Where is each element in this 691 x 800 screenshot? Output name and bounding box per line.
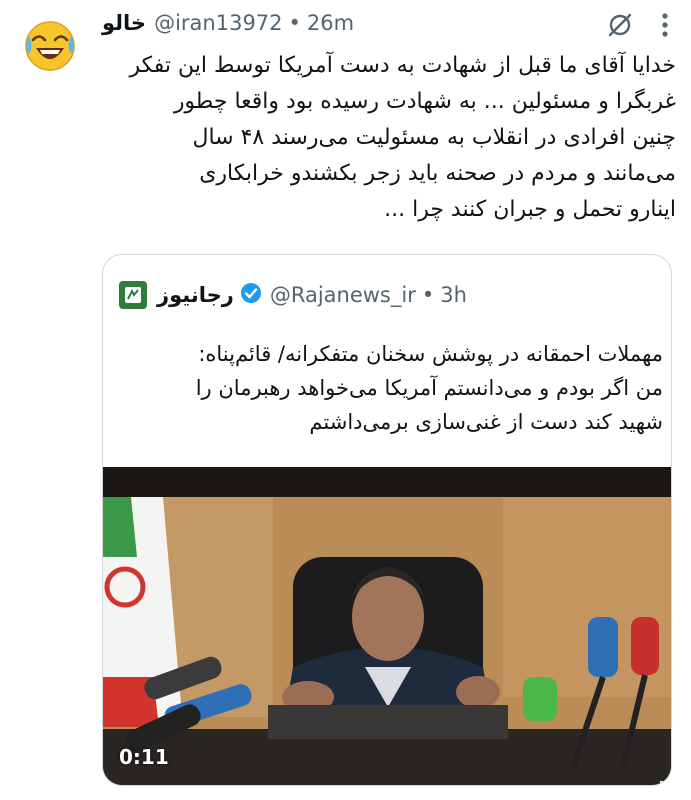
grok-icon[interactable] (605, 10, 635, 44)
separator-dot: • (288, 11, 301, 35)
author-handle[interactable]: @iran13972 (154, 11, 282, 35)
tweet-text-line: چنین افرادی در انقلاب به مسئولیت می‌رسند… (192, 125, 676, 150)
tweet-text-line: اینارو تحمل و جبران کنند چرا ... (384, 197, 676, 222)
quoted-display-name[interactable]: رجانیوز (157, 283, 234, 307)
more-options-icon[interactable] (659, 11, 671, 43)
video-player[interactable]: 0:11 (103, 467, 671, 785)
tweet-text-line: خدایا آقای ما قبل از شهادت به دست آمریکا… (129, 53, 676, 78)
quoted-tweet[interactable]: رجانیوز @Rajanews_ir • 3h مهملات احمقانه… (102, 254, 672, 786)
quoted-text-line: من اگر بودم و می‌دانستم آمریکا می‌خواهد … (195, 376, 663, 400)
tweet-header: خالو @iran13972 • 26m (102, 6, 672, 40)
rajanews-logo-icon[interactable] (119, 281, 147, 309)
header-actions (605, 10, 671, 44)
quoted-tweet-text: مهملات احمقانه در پوشش سخنان متفکرانه/ ق… (119, 337, 663, 439)
tweet-timestamp[interactable]: 26m (307, 11, 354, 35)
verified-badge-icon (240, 282, 262, 308)
video-frame (103, 467, 671, 785)
tweet-text-line: می‌مانند و مردم در صحنه باید زجر بکشندو … (199, 161, 676, 186)
video-duration: 0:11 (119, 745, 169, 769)
author-display-name[interactable]: خالو (102, 11, 146, 35)
laughing-emoji-icon (25, 21, 75, 71)
quoted-text-line: مهملات احمقانه در پوشش سخنان متفکرانه/ ق… (198, 342, 663, 366)
quoted-handle[interactable]: @Rajanews_ir (270, 283, 416, 307)
quoted-text-line: شهید کند دست از غنی‌سازی برمی‌داشتم (309, 410, 663, 434)
avatar[interactable] (18, 12, 82, 76)
separator-dot: • (421, 283, 435, 307)
quoted-timestamp[interactable]: 3h (440, 283, 467, 307)
tweet-text: خدایا آقای ما قبل از شهادت به دست آمریکا… (96, 48, 676, 228)
tweet-text-line: غربگرا و مسئولین ... به شهادت رسیده بود … (173, 89, 676, 114)
quoted-tweet-header: رجانیوز @Rajanews_ir • 3h (119, 277, 467, 313)
